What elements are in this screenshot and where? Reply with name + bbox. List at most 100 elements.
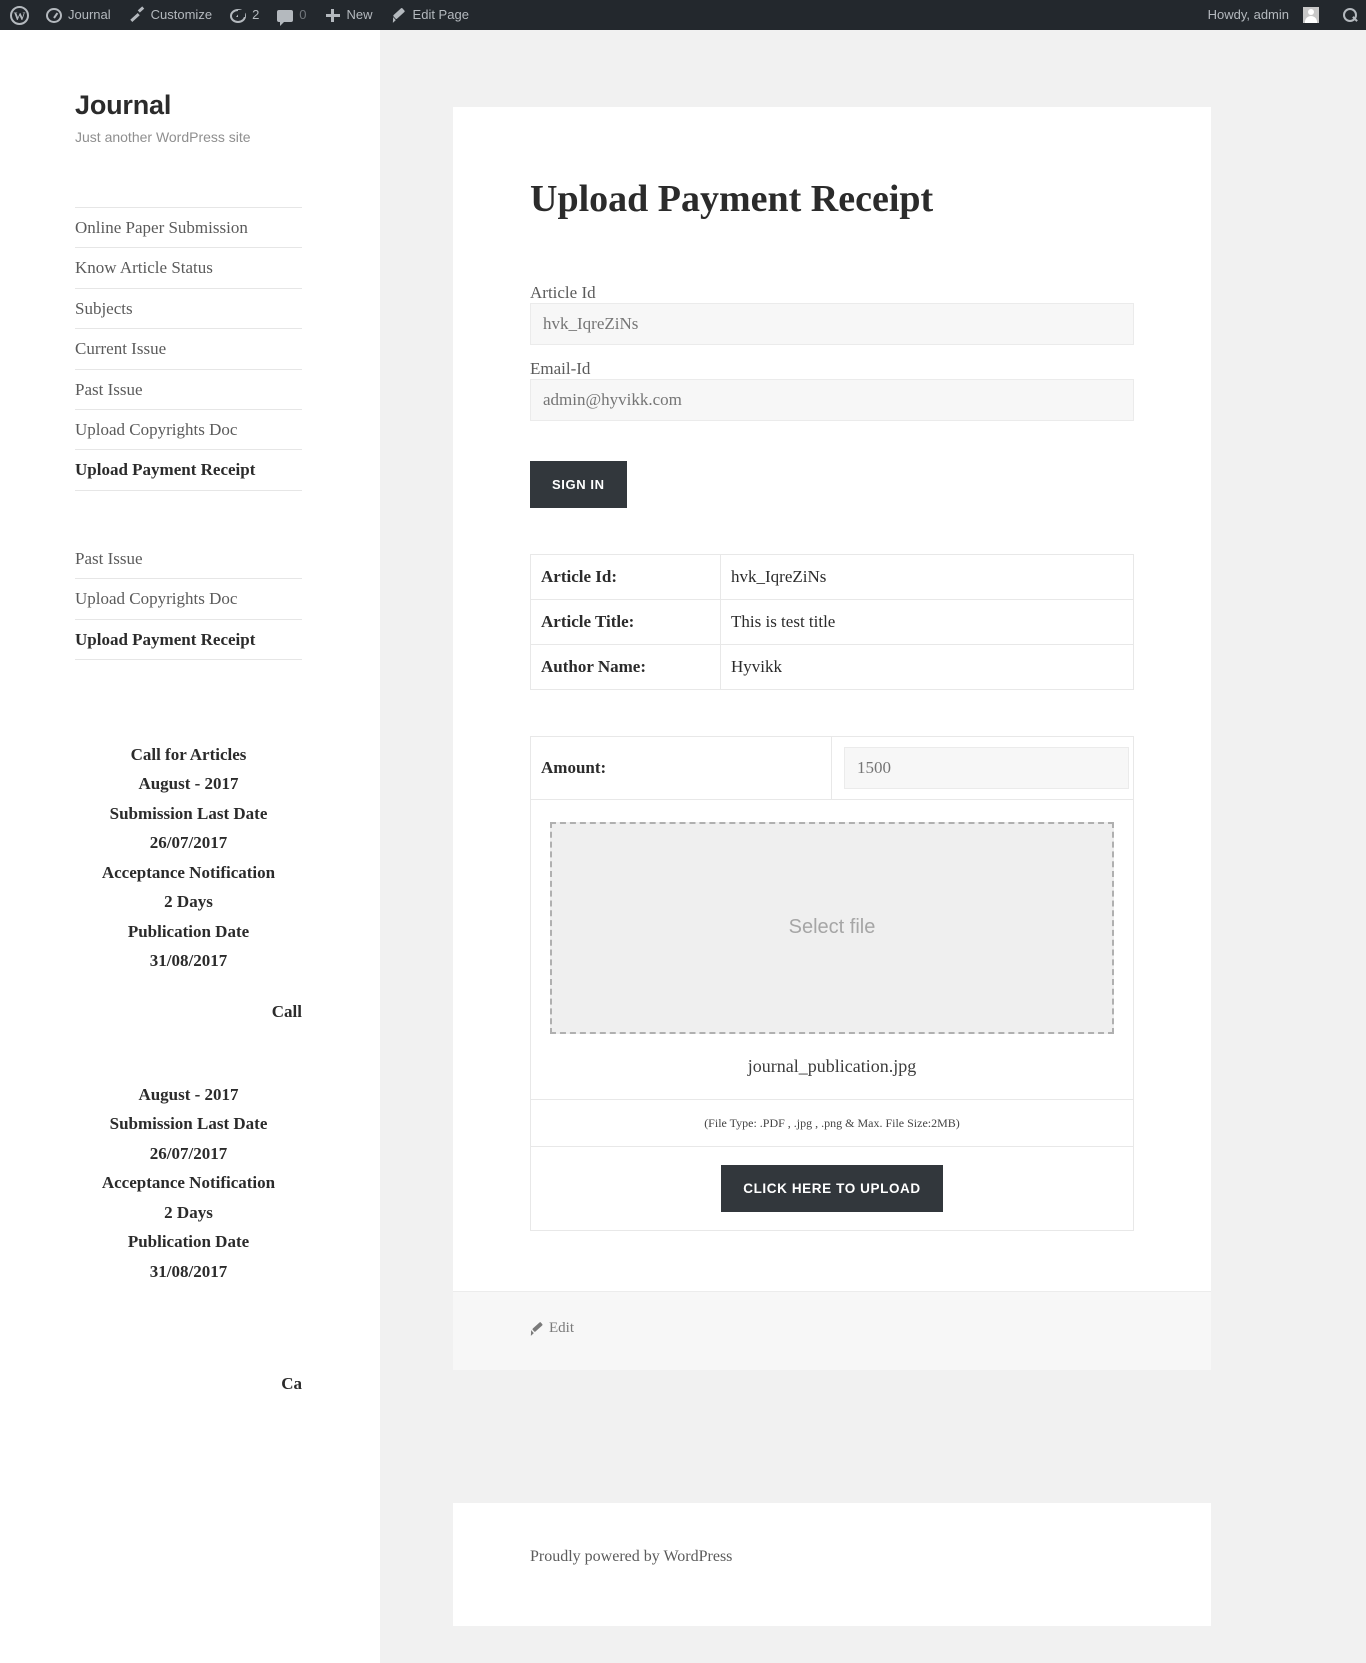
amount-input[interactable] [844,746,1129,789]
brush-icon [129,7,145,23]
widget-one-line-2: August - 2017 [138,774,239,794]
widget-one-line-4: 26/07/2017 [149,833,228,853]
widget-one-line-5: Acceptance Notification [101,862,276,882]
admin-bar-right-group: Howdy, admin [1199,0,1366,30]
powered-by-wordpress-link[interactable]: Proudly powered by WordPress [530,1548,732,1565]
admin-bar-item-customize[interactable]: Customize [120,0,221,30]
sidebar-item-current-issue[interactable]: Current Issue [75,329,302,370]
admin-bar-item-comments[interactable]: 0 [268,0,315,30]
sidebar2-item-upload-payment-receipt[interactable]: Upload Payment Receipt [75,620,302,660]
call-for-articles-widget-two: August - 2017 Submission Last Date 26/07… [75,1080,302,1287]
widget-two-line-2: Submission Last Date [109,1114,268,1134]
admin-bar-item-updates[interactable]: 2 [221,0,268,30]
selected-filename: journal_publication.jpg [747,1055,917,1076]
wp-admin-bar: Journal Customize 2 0 New Edit Page Howd… [0,0,1366,30]
widget-two-line-3: 26/07/2017 [149,1143,228,1163]
widget-two-overflow-text: Ca [281,1374,302,1394]
widget-two-line-4: Acceptance Notification [101,1173,276,1193]
author-name-value: Hyvikk [720,643,1134,690]
admin-bar-item-new[interactable]: New [316,0,382,30]
email-id-input[interactable] [530,378,1134,421]
dashboard-icon [46,7,62,23]
widget-one-line-7: Publication Date [127,921,250,941]
howdy-label: Howdy, admin [1207,7,1289,22]
entry-card: Upload Payment Receipt Article Id Email-… [453,107,1211,1370]
admin-bar-label-customize: Customize [150,7,213,22]
widget-one-line-6: 2 Days [164,892,213,912]
email-id-label: Email-Id [530,358,591,378]
sidebar-item-know-article-status[interactable]: Know Article Status [75,248,302,289]
main-content: Upload Payment Receipt Article Id Email-… [380,30,1366,1663]
entry-content: Upload Payment Receipt Article Id Email-… [453,107,1211,1291]
author-name-key: Author Name: [530,643,721,690]
upload-button-row: CLICK HERE TO UPLOAD [530,1145,1134,1231]
sidebar-inner: Journal Just another WordPress site Onli… [0,30,380,1394]
file-dropzone[interactable]: Select file [550,821,1114,1034]
article-id-value: hvk_IqreZiNs [720,553,1134,600]
comment-icon [277,10,294,26]
table-row: Author Name: Hyvikk [530,643,1134,690]
page-wrapper: Journal Just another WordPress site Onli… [0,30,1366,1663]
upload-button-cell: CLICK HERE TO UPLOAD [530,1145,1134,1231]
admin-bar-label-edit-page: Edit Page [412,7,469,22]
admin-bar-item-site-name[interactable]: Journal [37,0,120,30]
sidebar2-item-upload-copyrights-doc[interactable]: Upload Copyrights Doc [75,579,302,620]
amount-cell [831,735,1134,800]
site-title[interactable]: Journal [75,90,340,121]
sidebar2-item-past-issue[interactable]: Past Issue [75,539,302,580]
user-avatar-icon [1303,7,1319,23]
primary-navigation: Online Paper Submission Know Article Sta… [75,207,302,491]
wordpress-logo-icon [10,5,29,26]
admin-bar-label-new: New [346,7,373,22]
widget-two-line-7: 31/08/2017 [149,1261,228,1281]
article-info-table: Article Id: hvk_IqreZiNs Article Title: … [530,553,1134,690]
widget-one-line-1: Call for Articles [130,744,247,764]
site-description: Just another WordPress site [75,129,251,145]
widget-two-line-1: August - 2017 [138,1084,239,1104]
sidebar-item-upload-payment-receipt[interactable]: Upload Payment Receipt [75,450,302,491]
wordpress-logo-button[interactable] [0,0,37,30]
article-title-key: Article Title: [530,598,721,645]
widget-two-line-5: 2 Days [164,1202,213,1222]
sidebar-item-upload-copyrights-doc[interactable]: Upload Copyrights Doc [75,410,302,451]
widget-one-overflow-text: Call [271,1001,302,1021]
dropzone-cell: Select file journal_publication.jpg [530,798,1134,1100]
entry-footer: Edit [453,1290,1211,1370]
admin-bar-label-site-name: Journal [68,7,111,22]
edit-link-label: Edit [549,1319,574,1336]
article-id-label: Article Id [530,282,596,302]
secondary-navigation: Past Issue Upload Copyrights Doc Upload … [75,539,302,660]
sidebar-item-subjects[interactable]: Subjects [75,289,302,330]
site-footer-card: Proudly powered by WordPress [453,1503,1211,1626]
article-id-key: Article Id: [530,553,721,600]
admin-bar-comments-count: 0 [299,7,307,22]
article-id-input[interactable] [530,302,1134,345]
note-row: (File Type: .PDF , .jpg , .png & Max. Fi… [530,1098,1134,1147]
search-icon[interactable] [1342,7,1358,23]
article-title-value: This is test title [720,598,1134,645]
upload-table: Amount: Select file journal_publication.… [530,735,1134,1231]
call-for-articles-widget-one: Call for Articles August - 2017 Submissi… [75,740,302,976]
admin-bar-left-group: Journal Customize 2 0 New Edit Page [0,0,478,30]
sidebar-item-online-paper-submission[interactable]: Online Paper Submission [75,208,302,249]
click-here-to-upload-button[interactable]: CLICK HERE TO UPLOAD [721,1164,943,1212]
file-restrictions-note: (File Type: .PDF , .jpg , .png & Max. Fi… [704,1115,960,1130]
sign-in-button[interactable]: SIGN IN [530,460,627,508]
pencil-icon [391,7,407,23]
page-title: Upload Payment Receipt [530,178,934,220]
admin-bar-item-edit-page[interactable]: Edit Page [382,0,478,30]
amount-row: Amount: [530,735,1134,800]
dropzone-row: Select file journal_publication.jpg [530,798,1134,1100]
amount-label: Amount: [530,735,832,800]
widget-one-line-8: 31/08/2017 [149,951,228,971]
widget-one-line-3: Submission Last Date [109,803,268,823]
note-cell: (File Type: .PDF , .jpg , .png & Max. Fi… [530,1098,1134,1147]
table-row: Article Id: hvk_IqreZiNs [530,553,1134,600]
admin-bar-updates-count: 2 [252,7,260,22]
edit-page-link[interactable]: Edit [530,1320,574,1337]
admin-bar-my-account[interactable]: Howdy, admin [1199,0,1328,30]
sidebar-item-past-issue[interactable]: Past Issue [75,370,302,410]
plus-icon [325,7,341,23]
sidebar: Journal Just another WordPress site Onli… [0,30,380,1663]
update-icon [230,8,247,23]
